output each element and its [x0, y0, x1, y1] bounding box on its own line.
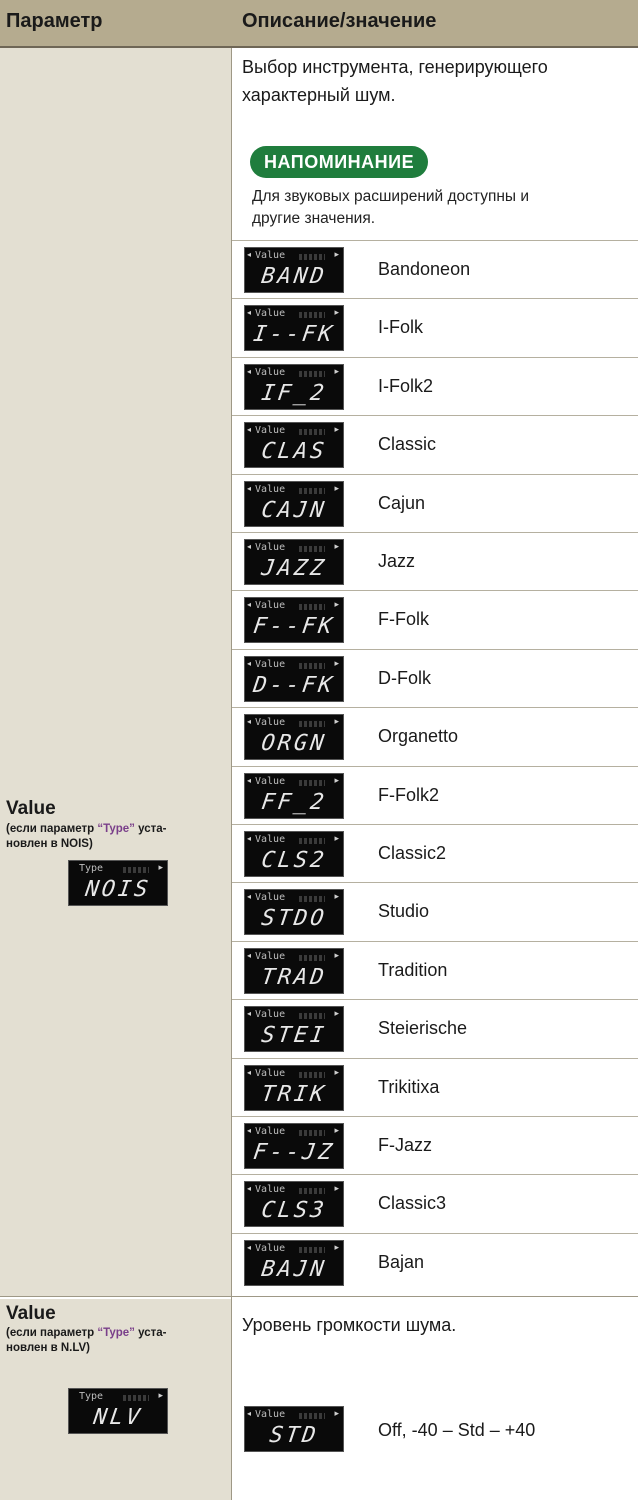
- value-display: ◂ Value ▸ STD: [244, 1406, 344, 1452]
- param-condition: (если параметр “Type” уста-: [6, 823, 167, 835]
- value-range-label: Off, -40 – Std – +40: [378, 1420, 536, 1440]
- value-display: ◂ Value ▸ JAZZ: [244, 539, 344, 585]
- value-display: ◂ Value ▸ I--FK: [244, 305, 344, 351]
- row-separator: [232, 766, 638, 767]
- row-separator: [232, 532, 638, 533]
- value-label: Bajan: [378, 1252, 425, 1272]
- row-separator: [232, 357, 638, 358]
- param-condition-line2: новлен в NOIS): [6, 838, 93, 850]
- row-separator: [232, 1116, 638, 1117]
- param-condition-level-line2: новлен в N.LV): [6, 1342, 91, 1354]
- row-separator: [232, 707, 638, 708]
- value-display: ◂ Value ▸ CLS2: [244, 831, 344, 877]
- value-display: ◂ Value ▸ D--FK: [244, 656, 344, 702]
- level-description: Уровень громкости шума.: [242, 1315, 457, 1335]
- reminder-note-line2: другие значения.: [252, 210, 376, 227]
- row-separator: [232, 1174, 638, 1175]
- value-label: Classic2: [378, 843, 447, 863]
- value-display: ◂ Value ▸ CAJN: [244, 481, 344, 527]
- value-label: Steierische: [378, 1018, 468, 1038]
- row-separator: [232, 882, 638, 883]
- header-parameter: Параметр: [6, 10, 103, 32]
- param-name-level: Value: [6, 1303, 56, 1324]
- row-separator: [232, 999, 638, 1000]
- row-separator: [232, 240, 638, 241]
- value-display: ◂ Value ▸ STEI: [244, 1006, 344, 1052]
- row-separator: [232, 415, 638, 416]
- value-display: ◂ Value ▸ FF_2: [244, 773, 344, 819]
- value-label: Organetto: [378, 726, 459, 746]
- value-label: Classic: [378, 434, 437, 454]
- reminder-badge: НАПОМИНАНИЕ: [250, 146, 429, 178]
- param-cell-noise: [0, 48, 231, 1296]
- type-display-level: Type ▸ NLV: [68, 1388, 168, 1434]
- param-name: Value: [6, 798, 56, 819]
- value-label: Bandoneon: [378, 259, 471, 279]
- value-display: ◂ Value ▸ STDO: [244, 889, 344, 935]
- value-display: ◂ Value ▸ CLS3: [244, 1181, 344, 1227]
- type-display: Type ▸ NOIS: [68, 860, 168, 906]
- value-label: Tradition: [378, 960, 448, 980]
- description-text: Выбор инструмента, генерирующего: [242, 57, 548, 77]
- param-condition-level: (если параметр “Type” уста-: [6, 1327, 167, 1339]
- row-separator: [232, 1058, 638, 1059]
- value-label: Trikitixa: [378, 1077, 440, 1097]
- value-display: ◂ Value ▸ TRIK: [244, 1065, 344, 1111]
- table-header: Параметр Описание/значение: [0, 0, 638, 48]
- description-text-line2: характерный шум.: [242, 85, 396, 105]
- value-label: I-Folk2: [378, 376, 434, 396]
- row-separator: [232, 941, 638, 942]
- value-label: F-Folk2: [378, 785, 440, 805]
- row-separator: [232, 824, 638, 825]
- value-display: ◂ Value ▸ IF_2: [244, 364, 344, 410]
- value-label: I-Folk: [378, 317, 423, 337]
- value-display: ◂ Value ▸ F--JZ: [244, 1123, 344, 1169]
- value-display: ◂ Value ▸ BAND: [244, 247, 344, 293]
- value-display: ◂ Value ▸ BAJN: [244, 1240, 344, 1286]
- reminder-note: Для звуковых расширений доступны и: [252, 188, 530, 205]
- value-display: ◂ Value ▸ TRAD: [244, 948, 344, 994]
- row-separator: [232, 474, 638, 475]
- value-label: Classic3: [378, 1193, 447, 1213]
- row-separator: [232, 649, 638, 650]
- value-display: ◂ Value ▸ CLAS: [244, 422, 344, 468]
- row-separator: [232, 1233, 638, 1234]
- value-label: Studio: [378, 901, 430, 921]
- row-separator: [232, 298, 638, 299]
- value-label: F-Folk: [378, 609, 429, 629]
- header-description: Описание/значение: [242, 10, 437, 32]
- row-divider: [0, 1296, 638, 1297]
- value-label: Cajun: [378, 493, 426, 513]
- value-label: F-Jazz: [378, 1135, 432, 1155]
- value-display: ◂ Value ▸ ORGN: [244, 714, 344, 760]
- value-label: D-Folk: [378, 668, 431, 688]
- column-divider: [231, 48, 232, 1500]
- value-display: ◂ Value ▸ F--FK: [244, 597, 344, 643]
- value-label: Jazz: [378, 551, 416, 571]
- row-separator: [232, 590, 638, 591]
